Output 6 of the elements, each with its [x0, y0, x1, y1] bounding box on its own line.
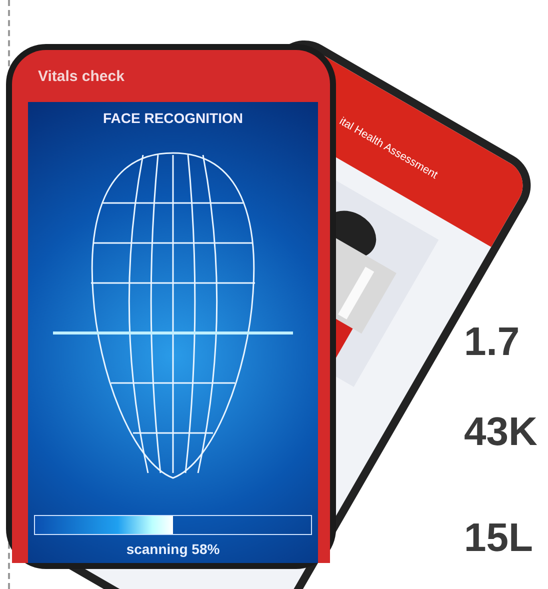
app-header-title: Vitals check: [38, 68, 124, 85]
screen-title: FACE RECOGNITION: [102, 109, 243, 128]
stat-value: 1.7: [464, 322, 520, 362]
stat-value: 43K: [464, 412, 538, 452]
progress-label: scanning 58%: [126, 540, 220, 559]
stat-value: 15L: [464, 518, 533, 558]
